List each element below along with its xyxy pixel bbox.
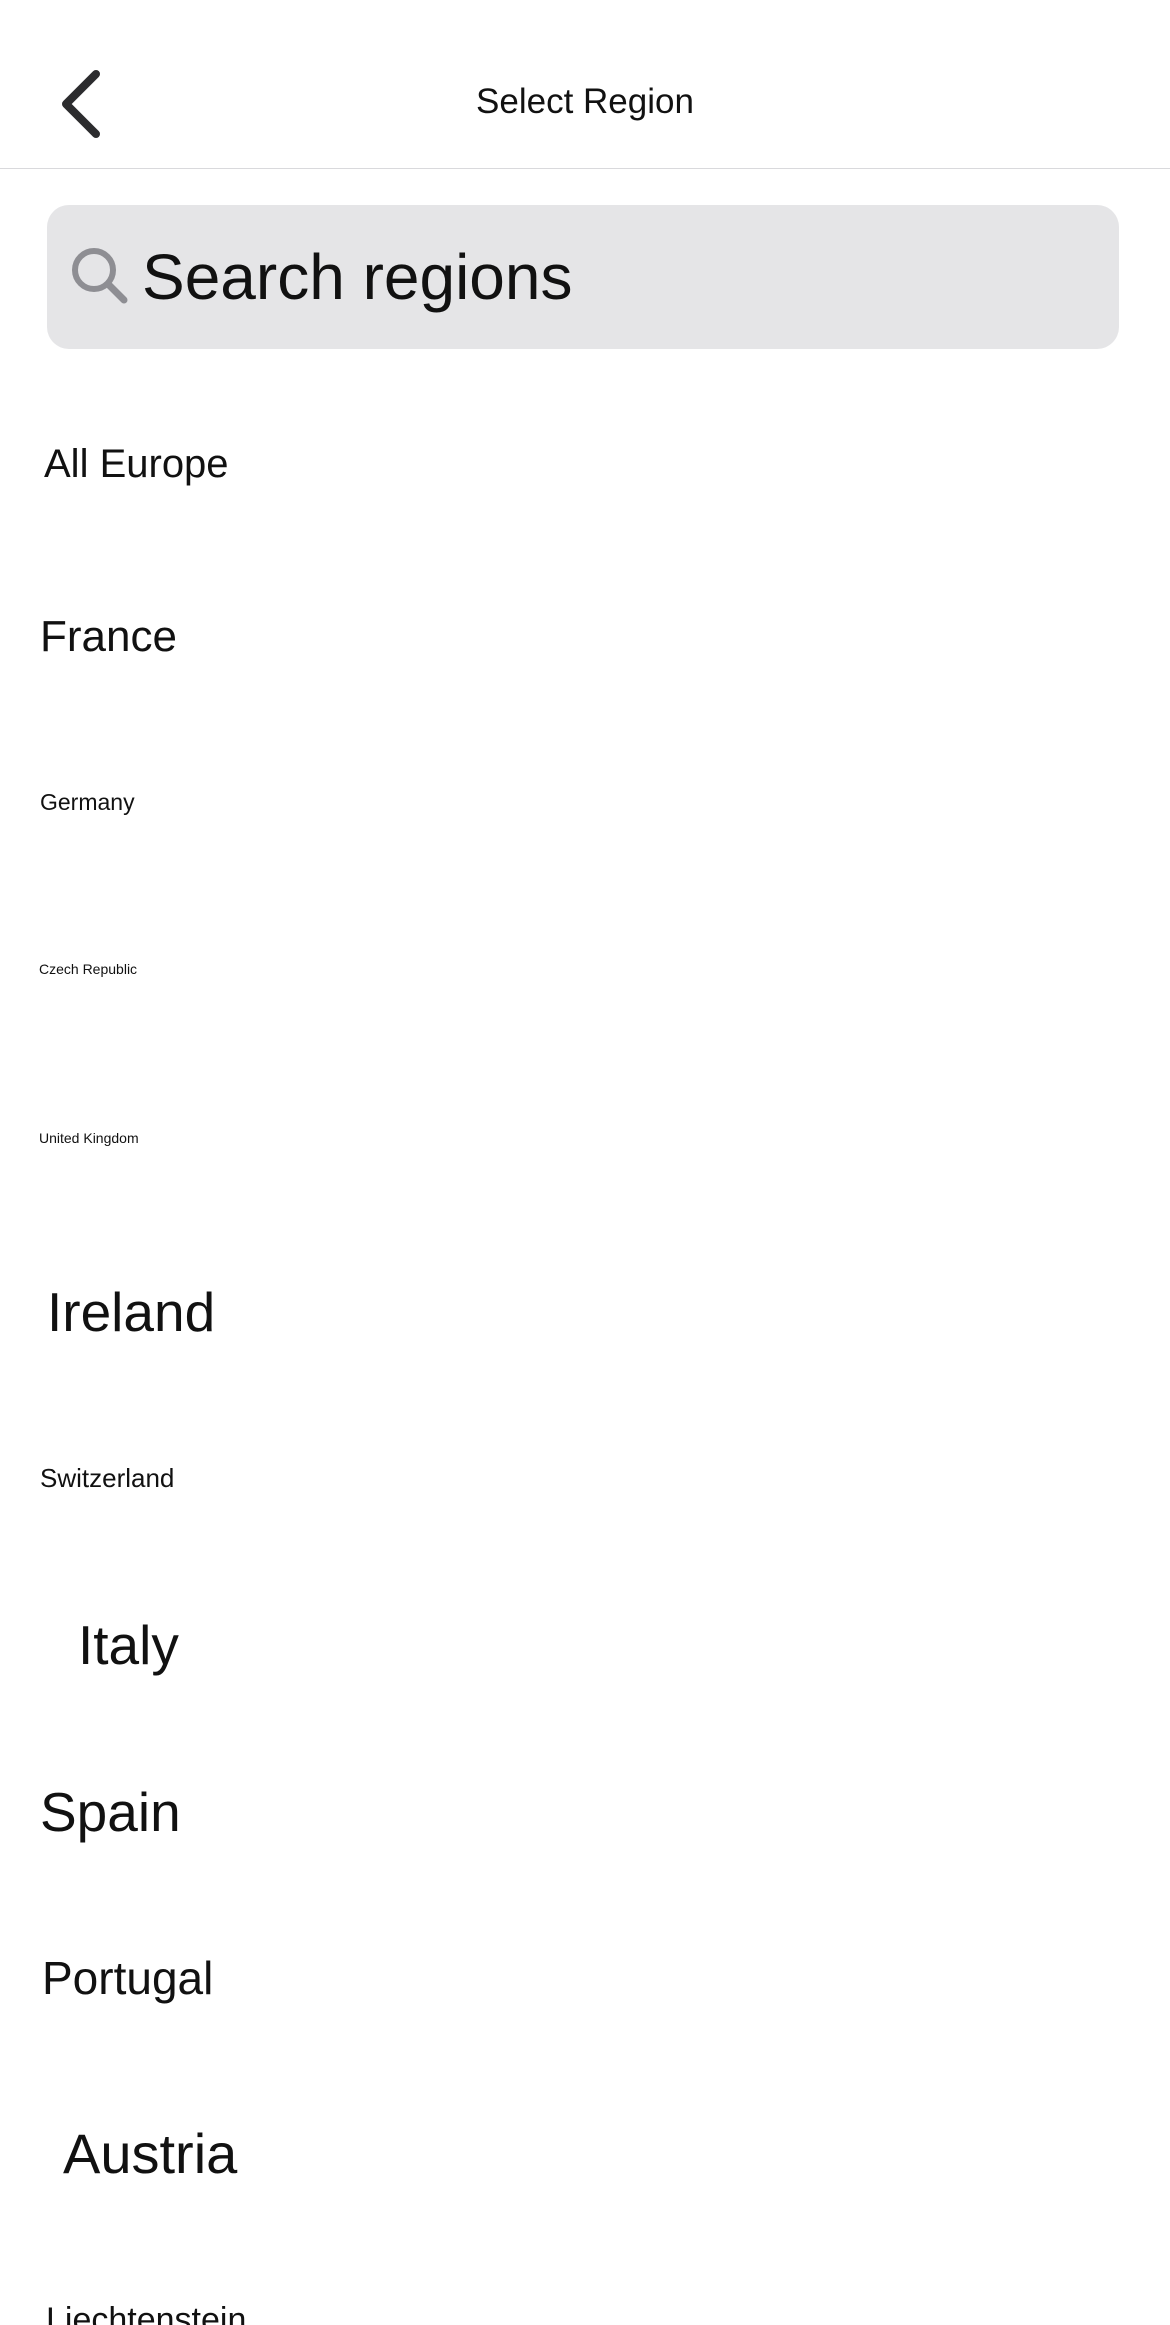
region-item-all-europe[interactable]: All Europe	[0, 442, 1170, 487]
region-item-czech-republic[interactable]: Czech Republic	[0, 961, 1170, 977]
region-item-italy[interactable]: Italy	[0, 1613, 1170, 1677]
region-item-united-kingdom[interactable]: United Kingdom	[0, 1130, 1170, 1146]
search-bar[interactable]	[47, 205, 1119, 355]
region-item-liechtenstein[interactable]: Liechtenstein	[0, 2301, 1170, 2325]
navigation-bar: Select Region	[0, 0, 1170, 169]
region-item-ireland[interactable]: Ireland	[0, 1280, 1170, 1344]
region-item-switzerland[interactable]: Switzerland	[0, 1463, 1170, 1494]
page-title: Select Region	[476, 82, 694, 121]
search-input[interactable]	[142, 205, 1102, 355]
region-item-france[interactable]: France	[0, 612, 1170, 662]
region-item-austria[interactable]: Austria	[0, 2121, 1170, 2186]
region-select-screen: Select Region All Europe France Germany …	[0, 0, 1170, 2325]
search-icon	[72, 248, 128, 304]
region-item-portugal[interactable]: Portugal	[0, 1951, 1170, 2005]
region-item-spain[interactable]: Spain	[0, 1780, 1170, 1844]
region-item-germany[interactable]: Germany	[0, 789, 1170, 816]
